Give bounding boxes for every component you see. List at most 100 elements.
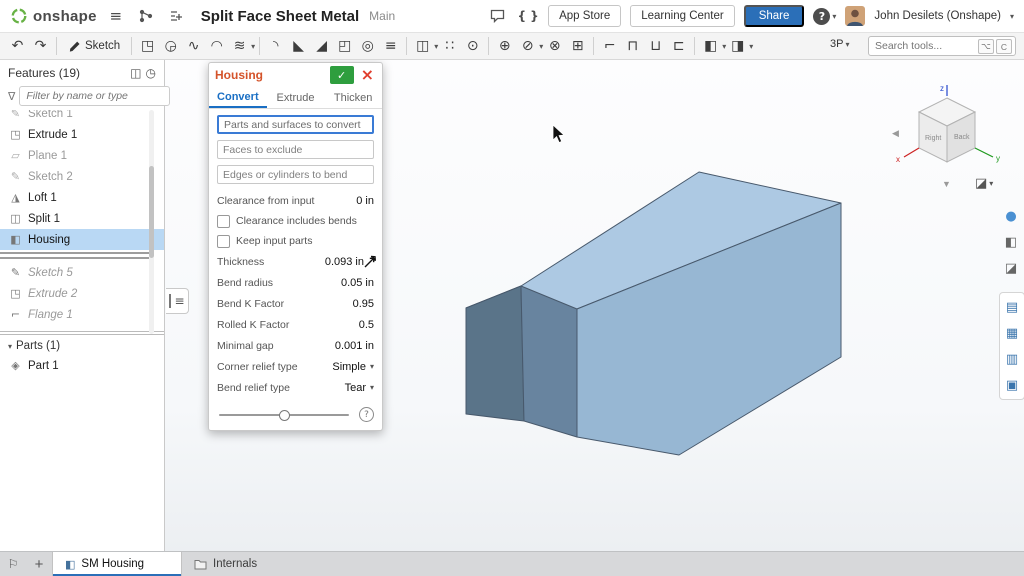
thickness-value[interactable]: 0.093 in xyxy=(325,256,364,268)
fillet-icon[interactable]: ◝ xyxy=(264,35,287,57)
keep-input-parts-row[interactable]: Keep input parts xyxy=(217,231,374,251)
feature-item[interactable]: ▱ Plane 1 xyxy=(0,145,164,166)
feature-item[interactable]: ◳ Extrude 2 xyxy=(0,283,164,304)
history-icon[interactable]: ◷ xyxy=(146,66,156,80)
feature-item-selected[interactable]: ◧ Housing xyxy=(0,229,164,250)
scrollbar-thumb[interactable] xyxy=(149,166,154,258)
revolve-icon[interactable]: ◶ xyxy=(159,35,182,57)
feature-item[interactable]: ✎ Sketch 5 xyxy=(0,262,164,283)
sheet-metal-table-panel-icon[interactable]: ▥ xyxy=(1002,349,1022,369)
app-store-button[interactable]: App Store xyxy=(548,5,621,27)
transform-icon[interactable]: ◨ xyxy=(726,35,749,57)
tab-convert[interactable]: Convert xyxy=(209,87,267,108)
tab-sm-housing[interactable]: ◧ SM Housing xyxy=(52,552,182,576)
rollback-bar[interactable] xyxy=(0,252,154,259)
feature-item[interactable]: ⌐ Flange 1 xyxy=(0,304,164,325)
edges-to-bend-field[interactable]: Edges or cylinders to bend xyxy=(217,165,374,184)
versions-panel-icon[interactable]: ▣ xyxy=(1002,375,1022,395)
feature-list-flyout-button[interactable]: ≡ xyxy=(166,288,189,314)
feature-filter-input[interactable] xyxy=(19,86,170,106)
tab-internals[interactable]: Internals xyxy=(182,552,312,576)
shell-icon[interactable]: ◰ xyxy=(333,35,356,57)
learning-center-button[interactable]: Learning Center xyxy=(630,5,734,27)
versions-history-icon[interactable] xyxy=(135,5,157,27)
sheet-metal-corner-icon[interactable]: ⊏ xyxy=(667,35,690,57)
undo-icon[interactable]: ↶ xyxy=(6,35,29,57)
user-menu[interactable]: John Desilets (Onshape) xyxy=(874,10,1001,22)
sketch-button[interactable]: Sketch xyxy=(61,35,127,57)
rotate-down-arrow-icon[interactable]: ▼ xyxy=(942,179,951,189)
loft-icon[interactable]: ◠ xyxy=(205,35,228,57)
bend-radius-value[interactable]: 0.05 in xyxy=(341,277,374,289)
onshape-logo[interactable]: onshape xyxy=(10,7,97,25)
slider-handle[interactable] xyxy=(279,410,290,421)
feature-item[interactable]: ✎ Sketch 1 xyxy=(0,110,164,124)
feature-item[interactable]: ◫ Split 1 xyxy=(0,208,164,229)
mirror-icon[interactable]: ◫ xyxy=(411,35,434,57)
add-tab-button[interactable]: + xyxy=(26,552,52,576)
tab-extrude[interactable]: Extrude xyxy=(267,87,325,108)
comments-panel-icon[interactable]: ▤ xyxy=(1002,297,1022,317)
tab-manager-icon[interactable]: ⚐ xyxy=(0,552,26,576)
cancel-button[interactable]: × xyxy=(359,67,376,83)
split-icon[interactable]: ⊘ xyxy=(516,35,539,57)
delete-face-icon[interactable]: ⊗ xyxy=(543,35,566,57)
feature-item[interactable]: ◮ Loft 1 xyxy=(0,187,164,208)
part-item[interactable]: ◈ Part 1 xyxy=(0,355,164,376)
rib-icon[interactable]: ≡ xyxy=(379,35,402,57)
rolled-k-factor-value[interactable]: 0.5 xyxy=(359,319,374,331)
feature-item[interactable]: ✎ Sketch 2 xyxy=(0,166,164,187)
sheet-metal-bend-icon[interactable]: ⊔ xyxy=(644,35,667,57)
redo-icon[interactable]: ↷ xyxy=(29,35,52,57)
draft-icon[interactable]: ◢ xyxy=(310,35,333,57)
accept-button[interactable]: ✓ xyxy=(330,66,354,84)
circular-pattern-icon[interactable]: ⊙ xyxy=(461,35,484,57)
panel-splitter[interactable] xyxy=(0,331,164,335)
share-button[interactable]: Share xyxy=(744,5,805,27)
view-modes-button[interactable]: ◪ ▾ xyxy=(975,176,993,191)
chevron-down-icon[interactable]: ▾ xyxy=(251,42,255,51)
extrude-icon[interactable]: ◳ xyxy=(136,35,159,57)
bom-panel-icon[interactable]: ▦ xyxy=(1002,323,1022,343)
feature-script-icon[interactable]: { } xyxy=(517,5,539,27)
sheet-metal-tab-icon[interactable]: ⊓ xyxy=(621,35,644,57)
chevron-down-icon[interactable]: ▾ xyxy=(1010,12,1014,21)
clearance-includes-bends-checkbox[interactable] xyxy=(217,215,230,228)
faces-to-exclude-field[interactable]: Faces to exclude xyxy=(217,140,374,159)
keep-input-parts-checkbox[interactable] xyxy=(217,235,230,248)
feature-item[interactable]: ◳ Extrude 1 xyxy=(0,124,164,145)
hole-icon[interactable]: ◎ xyxy=(356,35,379,57)
flip-direction-icon[interactable] xyxy=(364,255,377,268)
clearance-includes-bends-row[interactable]: Clearance includes bends xyxy=(217,211,374,231)
help-menu[interactable]: ? ▾ xyxy=(813,8,836,25)
model-housing[interactable] xyxy=(430,150,870,480)
rotate-left-arrow-icon[interactable]: ◀ xyxy=(892,128,899,138)
material-icon[interactable]: ◧ xyxy=(1001,232,1021,252)
help-icon[interactable]: ? xyxy=(359,407,374,422)
avatar[interactable] xyxy=(845,6,865,26)
parts-section-header[interactable]: ▾ Parts (1) xyxy=(0,337,164,355)
appearance-sphere-icon[interactable]: ● xyxy=(1001,206,1021,226)
workspace-name[interactable]: Main xyxy=(369,9,395,23)
chamfer-icon[interactable]: ◣ xyxy=(287,35,310,57)
clearance-value[interactable]: 0 in xyxy=(356,195,374,207)
boolean-icon[interactable]: ⊕ xyxy=(493,35,516,57)
move-face-icon[interactable]: ⊞ xyxy=(566,35,589,57)
minimal-gap-value[interactable]: 0.001 in xyxy=(335,340,374,352)
flat-pattern-icon[interactable]: ◧ xyxy=(699,35,722,57)
hamburger-menu-icon[interactable]: ≡ xyxy=(105,5,127,27)
comments-icon[interactable] xyxy=(486,5,508,27)
display-states-icon[interactable]: ◪ xyxy=(1001,258,1021,278)
bend-k-factor-value[interactable]: 0.95 xyxy=(353,298,374,310)
tab-thicken[interactable]: Thicken xyxy=(324,87,382,108)
linear-pattern-icon[interactable]: ∷ xyxy=(438,35,461,57)
bend-relief-dropdown[interactable]: Tear ▾ xyxy=(345,382,374,394)
parts-to-convert-field[interactable]: Parts and surfaces to convert xyxy=(217,115,374,134)
popout-panel-icon[interactable]: ◫ xyxy=(130,66,141,80)
rollback-slider[interactable] xyxy=(217,410,351,420)
sweep-icon[interactable]: ∿ xyxy=(182,35,205,57)
corner-relief-dropdown[interactable]: Simple ▾ xyxy=(332,361,374,373)
thicken-icon[interactable]: ≋ xyxy=(228,35,251,57)
chevron-down-icon[interactable]: ▾ xyxy=(749,42,753,51)
threep-dropdown[interactable]: 3P ▾ xyxy=(826,38,853,50)
